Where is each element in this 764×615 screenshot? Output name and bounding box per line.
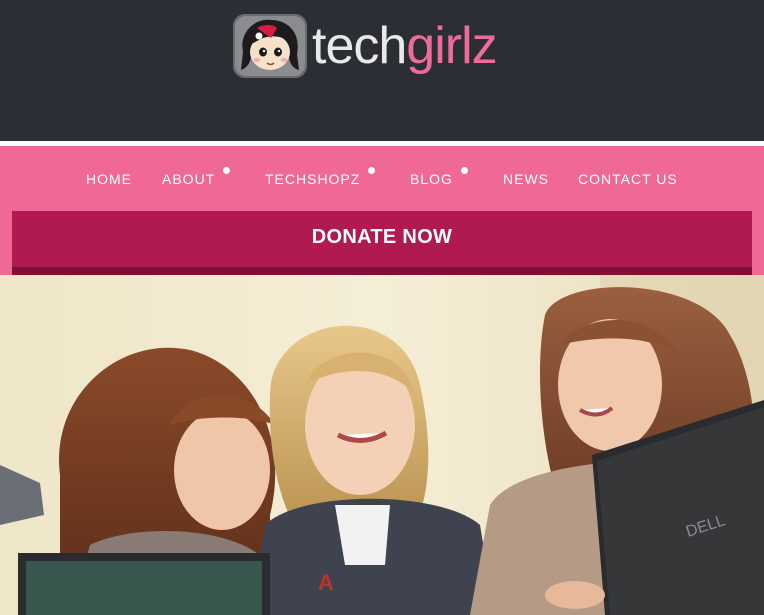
- nav-item-label: CONTACT US: [578, 171, 678, 187]
- logo-wordmark-tech: tech: [312, 17, 407, 75]
- nav-item-contact-us[interactable]: CONTACT US: [578, 171, 678, 187]
- hero-photo: A DELL: [0, 275, 764, 615]
- dropdown-dot-icon: [223, 167, 230, 174]
- nav-item-label: BLOG: [410, 171, 453, 187]
- site-logo[interactable]: techgirlz: [233, 14, 498, 78]
- hero-photo-illustration: A DELL: [0, 275, 764, 615]
- nav-item-label: HOME: [86, 171, 132, 187]
- nav-item-news[interactable]: NEWS: [503, 171, 549, 187]
- logo-wordmark-girlz: girlz: [406, 17, 497, 75]
- main-navigation: HOME ABOUT TECHSHOPZ BLOG NEWS CONTACT U…: [0, 146, 764, 210]
- svg-text:A: A: [318, 570, 334, 595]
- nav-item-home[interactable]: HOME: [86, 171, 132, 187]
- nav-item-blog[interactable]: BLOG: [410, 167, 468, 187]
- dropdown-dot-icon: [368, 167, 375, 174]
- nav-item-label: TECHSHOPZ: [265, 171, 361, 187]
- nav-item-label: ABOUT: [162, 171, 216, 187]
- nav-item-label: NEWS: [503, 171, 549, 187]
- donate-now-label: DONATE NOW: [311, 226, 453, 248]
- donate-now-button[interactable]: DONATE NOW: [12, 211, 752, 275]
- dropdown-dot-icon: [461, 167, 468, 174]
- nav-item-about[interactable]: ABOUT: [162, 167, 230, 187]
- cartoon-girl-face-icon: [233, 14, 307, 78]
- logo-wordmark: techgirlz: [312, 14, 498, 78]
- nav-item-techshopz[interactable]: TECHSHOPZ: [265, 167, 375, 187]
